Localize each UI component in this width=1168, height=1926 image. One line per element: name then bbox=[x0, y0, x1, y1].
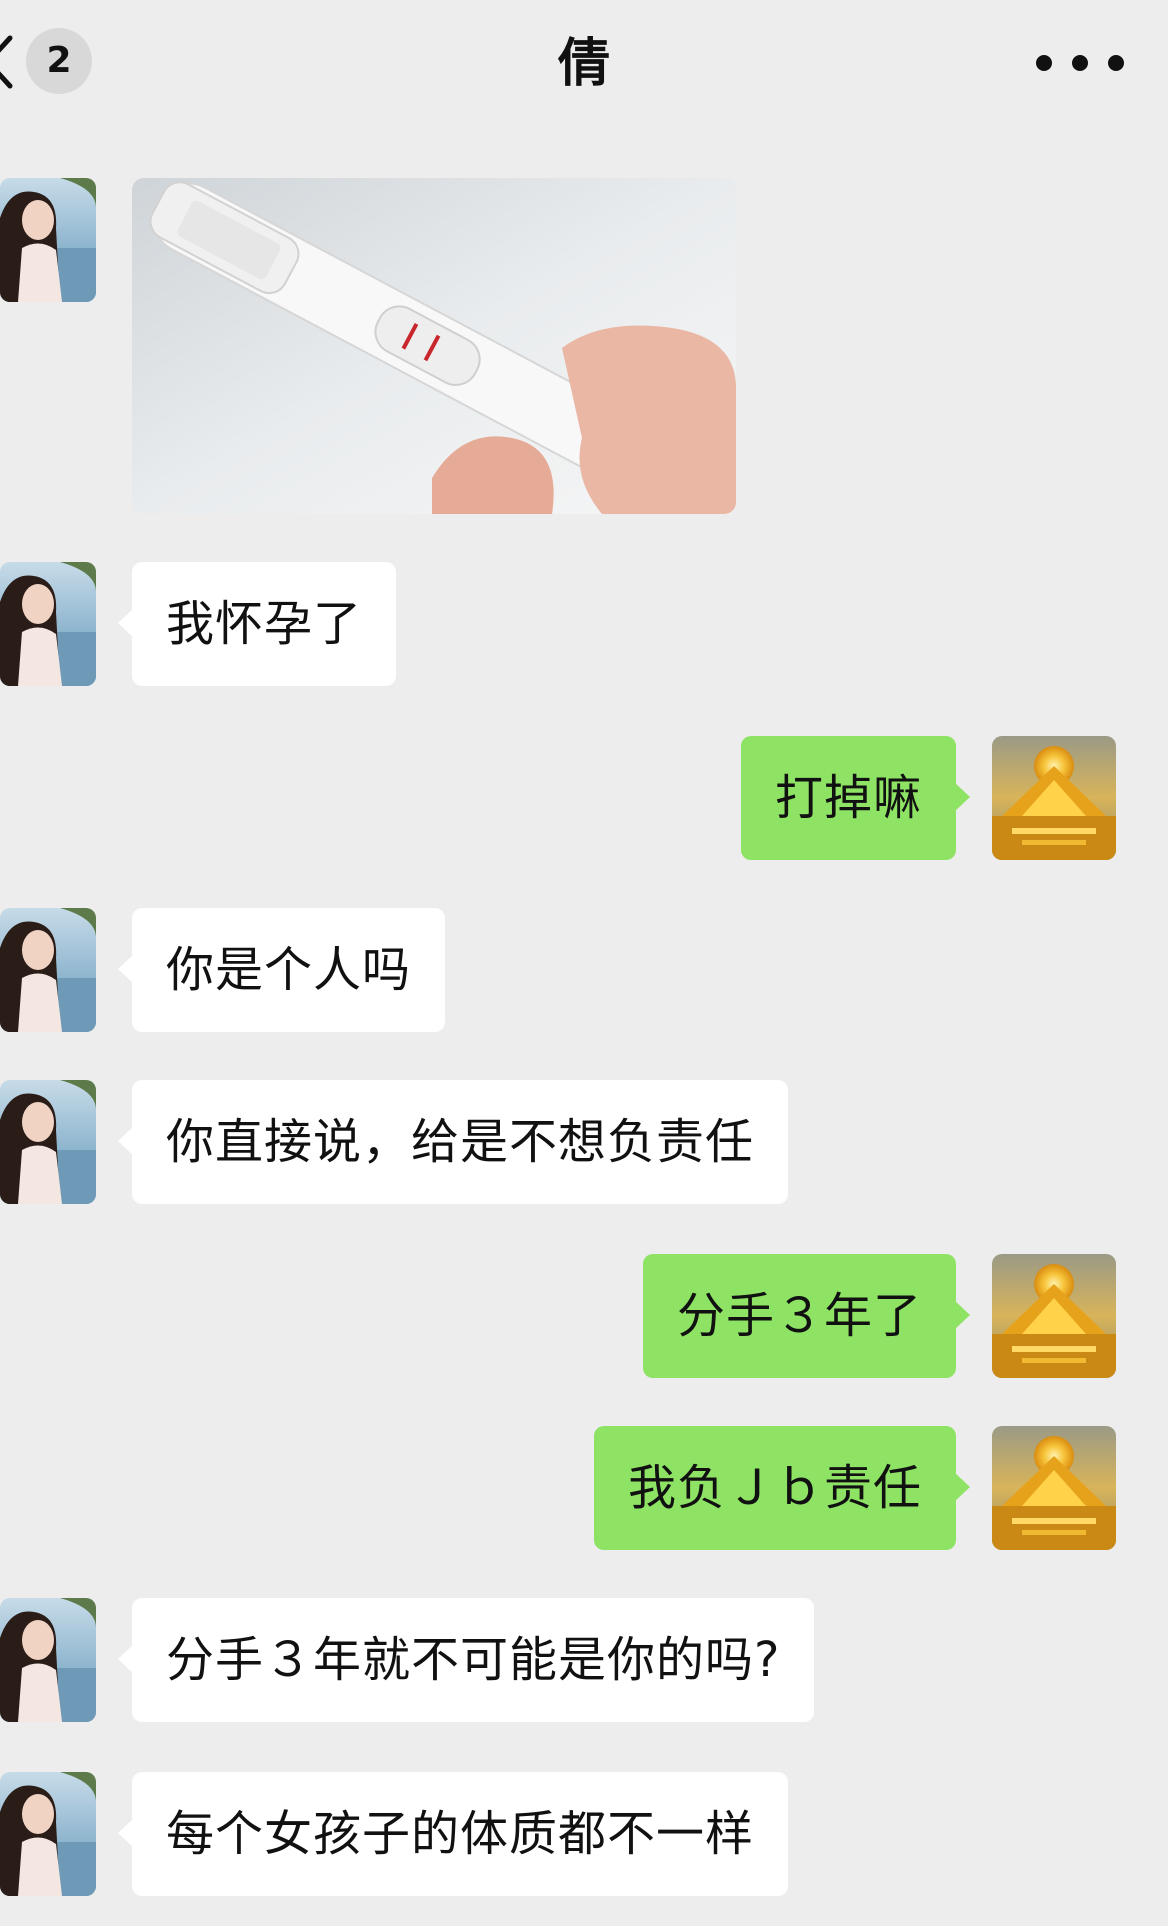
message-bubble-incoming[interactable]: 我怀孕了 bbox=[117, 562, 397, 686]
message-bubble-incoming[interactable]: 你直接说，给是不想负责任 bbox=[117, 1080, 789, 1204]
unread-count-badge: 2 bbox=[26, 28, 92, 94]
message-row: 你直接说，给是不想负责任 bbox=[0, 1080, 1168, 1204]
more-horizontal-icon[interactable] bbox=[1026, 38, 1134, 88]
chat-title: 倩 bbox=[557, 34, 610, 94]
contact-avatar[interactable] bbox=[0, 1598, 96, 1722]
contact-avatar[interactable] bbox=[0, 178, 96, 302]
message-bubble-incoming[interactable]: 每个女孩子的体质都不一样 bbox=[117, 1772, 789, 1896]
message-bubble-outgoing[interactable]: 分手３年了 bbox=[642, 1254, 971, 1378]
contact-avatar[interactable] bbox=[0, 908, 96, 1032]
my-avatar[interactable] bbox=[992, 1426, 1116, 1550]
message-bubble-outgoing[interactable]: 打掉嘛 bbox=[740, 736, 971, 860]
contact-avatar[interactable] bbox=[0, 562, 96, 686]
chat-screen: 2 倩 我怀孕了 打掉嘛 你是个人吗 你直接说，给是不想负责任 分手３年了 我负… bbox=[0, 0, 1168, 1926]
contact-avatar[interactable] bbox=[0, 1080, 96, 1204]
pregnancy-test-photo[interactable] bbox=[132, 178, 736, 514]
message-row: 分手３年了 bbox=[0, 1254, 1168, 1378]
message-row: 分手３年就不可能是你的吗? bbox=[0, 1598, 1168, 1722]
contact-avatar[interactable] bbox=[0, 1772, 96, 1896]
chevron-left-icon bbox=[0, 35, 13, 89]
message-bubble-incoming[interactable]: 你是个人吗 bbox=[117, 908, 446, 1032]
my-avatar[interactable] bbox=[992, 1254, 1116, 1378]
message-row: 我负Ｊｂ责任 bbox=[0, 1426, 1168, 1550]
chat-header: 2 倩 bbox=[0, 0, 1168, 130]
back-button[interactable]: 2 bbox=[0, 20, 100, 104]
message-row: 打掉嘛 bbox=[0, 736, 1168, 860]
message-row: 你是个人吗 bbox=[0, 908, 1168, 1032]
message-row: 每个女孩子的体质都不一样 bbox=[0, 1772, 1168, 1896]
message-bubble-outgoing[interactable]: 我负Ｊｂ责任 bbox=[593, 1426, 971, 1550]
message-row bbox=[0, 178, 1168, 514]
message-row: 我怀孕了 bbox=[0, 562, 1168, 686]
message-bubble-incoming[interactable]: 分手３年就不可能是你的吗? bbox=[117, 1598, 815, 1722]
my-avatar[interactable] bbox=[992, 736, 1116, 860]
